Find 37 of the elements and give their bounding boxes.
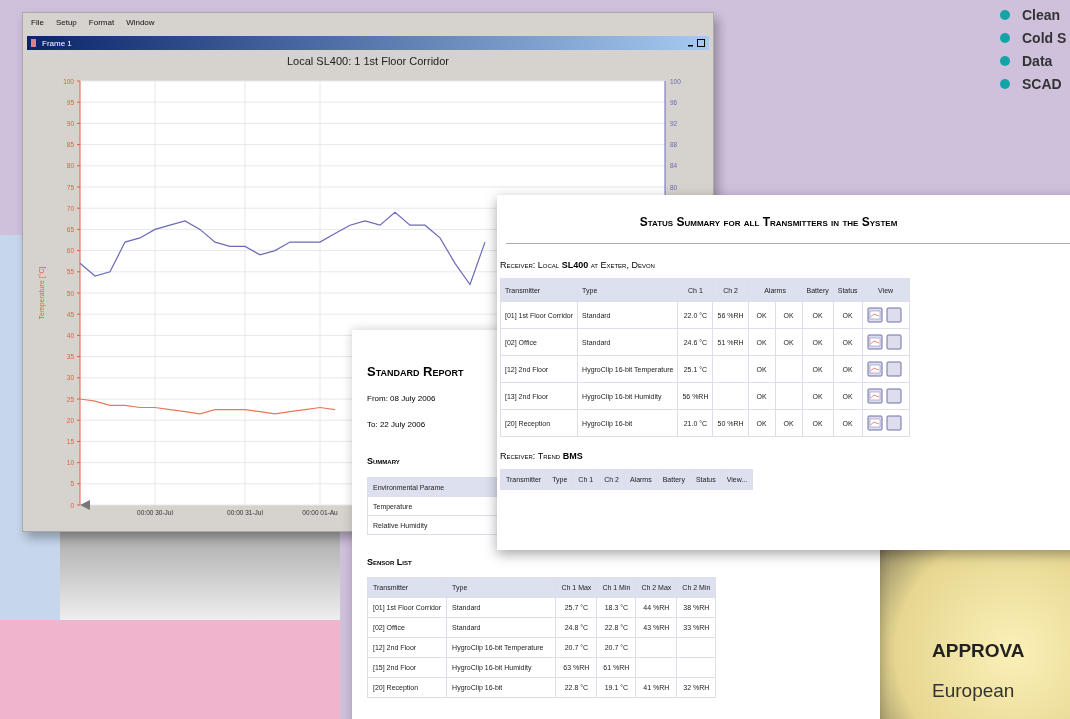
document-icon[interactable] [885,415,902,431]
chart-view-icon[interactable] [866,334,883,350]
bullet-text: SCAD [1022,75,1062,92]
section-heading: Sensor List [367,557,412,568]
chart-view-icon[interactable] [866,307,883,323]
section-heading: Summary [367,456,400,467]
document-icon[interactable] [885,307,902,323]
bullet-text: Data [1022,52,1053,69]
bullet-dot-icon [1000,78,1010,89]
approvals-text: European [932,680,1015,702]
document-icon[interactable] [885,361,902,377]
bullet-dot-icon [1000,55,1010,66]
receiver-heading: Receiver: Local SL400 at Exeter, Devon [500,260,656,270]
menu-item[interactable]: Format [88,18,115,27]
window-icon [31,39,36,47]
bullet-dot-icon [1000,32,1010,43]
document-icon[interactable] [885,334,902,350]
bullet-text: Cold S [1022,29,1067,46]
document-icon[interactable] [885,388,902,404]
chart-view-icon[interactable] [866,415,883,431]
report-date: To: 22 July 2006 [367,420,426,430]
approvals-heading: APPROVA [932,640,1025,662]
chart-view-icon[interactable] [866,388,883,404]
status-title: Status Summary for all Transmitters in the System [638,215,899,229]
chart-title: Local SL400: 1 1st Floor Corridor [286,55,450,67]
menu-item[interactable]: Setup [55,18,77,27]
menu-item[interactable]: File [31,18,44,27]
receiver-heading: Receiver: Trend BMS [500,451,584,461]
menu-item[interactable]: Window [126,18,155,27]
report-date: From: 08 July 2006 [367,394,436,404]
scroll-arrow-icon[interactable] [80,500,90,510]
window-title: Frame 1 [42,38,73,48]
maximize-icon[interactable] [697,39,705,47]
bullet-dot-icon [1000,9,1010,20]
bullet-text: Clean [1022,6,1061,23]
report-title: Standard Report [367,364,464,380]
chart-view-icon[interactable] [866,361,883,377]
